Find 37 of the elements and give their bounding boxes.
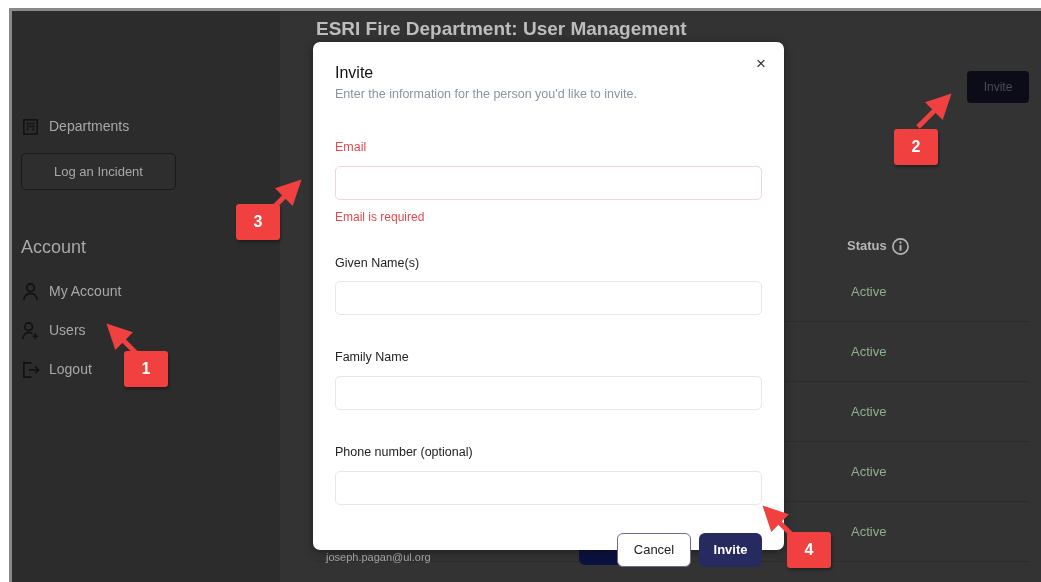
page-title: ESRI Fire Department: User Management (316, 18, 688, 41)
input-field[interactable] (335, 281, 762, 316)
sidebar-link[interactable]: Users (49, 320, 86, 341)
building-icon (21, 117, 40, 136)
callout-number: 1 (124, 351, 168, 387)
error-message: Email is required (335, 208, 426, 226)
cancel-button[interactable]: Cancel (617, 532, 691, 567)
sidebar-link[interactable]: Departments (49, 116, 130, 137)
input-field[interactable] (335, 376, 762, 411)
email-text: joseph.pagan@ul.org (326, 550, 431, 565)
sidebar-link[interactable]: My Account (49, 281, 122, 302)
callout-number: 4 (787, 532, 831, 568)
logout-icon (21, 360, 40, 379)
field-label: Family Name (335, 349, 409, 367)
info-icon[interactable] (890, 236, 910, 256)
status-text: Active (851, 342, 887, 361)
log-incident-button[interactable]: Log an Incident (21, 153, 176, 190)
dialog-subtitle: Enter the information for the person you'd like to invite. (335, 86, 638, 104)
sidebar-link[interactable]: Logout (49, 359, 92, 380)
person-icon (21, 282, 40, 301)
input-field[interactable] (335, 165, 762, 200)
status-text: Active (851, 282, 887, 301)
column-header: Status (847, 237, 887, 256)
invite-submit-button[interactable]: Invite (699, 532, 762, 567)
section-heading: Account (21, 236, 88, 259)
add-user-icon (21, 321, 40, 340)
status-text: Active (851, 402, 887, 421)
status-text: Active (851, 522, 887, 541)
callout-number: 3 (236, 204, 280, 240)
dialog-title: Invite (335, 63, 375, 83)
close-button[interactable]: × (754, 55, 768, 72)
field-label: Phone number (optional) (335, 444, 473, 462)
field-label: Email (335, 138, 367, 156)
input-field[interactable] (335, 470, 762, 505)
status-text: Active (851, 462, 887, 481)
callout-number: 2 (894, 129, 938, 165)
field-label: Given Name(s) (335, 254, 420, 272)
